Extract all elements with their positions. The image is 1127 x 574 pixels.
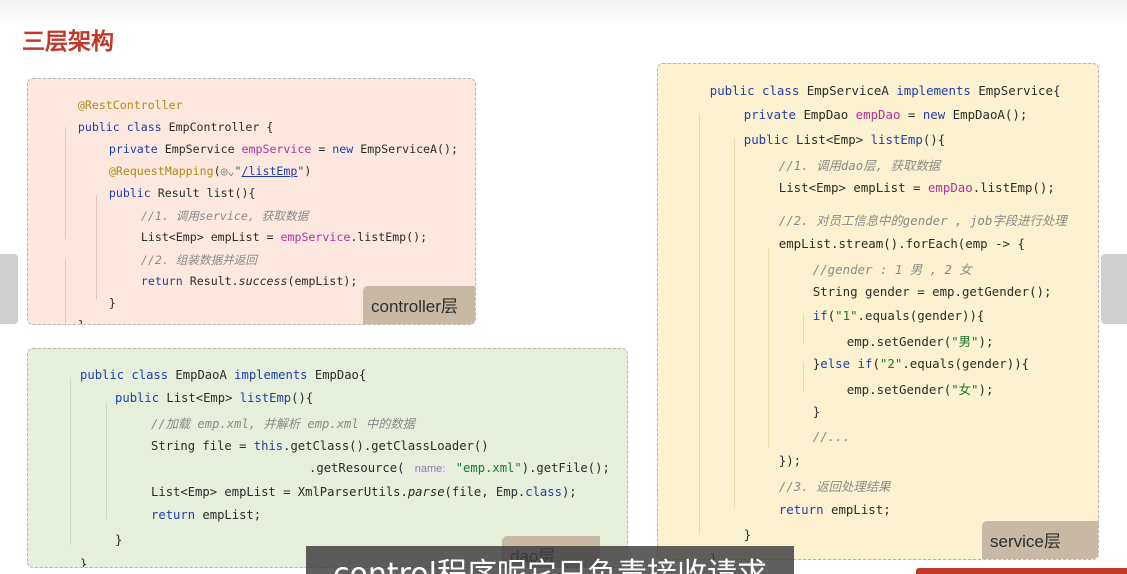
controller-code: @RestController public class EmpControll… bbox=[28, 79, 475, 324]
service-code-panel: public class EmpServiceA implements EmpS… bbox=[657, 63, 1099, 560]
code-line: return Result.success(empList); bbox=[140, 274, 358, 288]
code-line: } bbox=[77, 318, 85, 325]
code-line: emp.setGender("女"); bbox=[846, 382, 994, 397]
next-slide-tab[interactable] bbox=[1101, 254, 1127, 324]
code-line: return empList; bbox=[151, 508, 262, 522]
video-subtitle: control程序呢它只负责接收请求 bbox=[306, 546, 794, 574]
dao-code-panel: public class EmpDaoA implements EmpDao{ … bbox=[27, 348, 628, 568]
service-layer-tag: service层 bbox=[982, 521, 1098, 559]
controller-code-panel: @RestController public class EmpControll… bbox=[27, 78, 476, 325]
service-code: public class EmpServiceA implements EmpS… bbox=[658, 64, 1098, 559]
code-line: return empList; bbox=[778, 502, 891, 517]
code-line: } bbox=[80, 557, 88, 568]
controller-layer-tag: controller层 bbox=[363, 286, 475, 324]
slide-title: 三层架构 bbox=[22, 29, 114, 55]
dao-code: public class EmpDaoA implements EmpDao{ … bbox=[28, 349, 627, 567]
progress-accent-bar bbox=[916, 568, 1127, 574]
prev-slide-tab[interactable] bbox=[0, 254, 18, 324]
